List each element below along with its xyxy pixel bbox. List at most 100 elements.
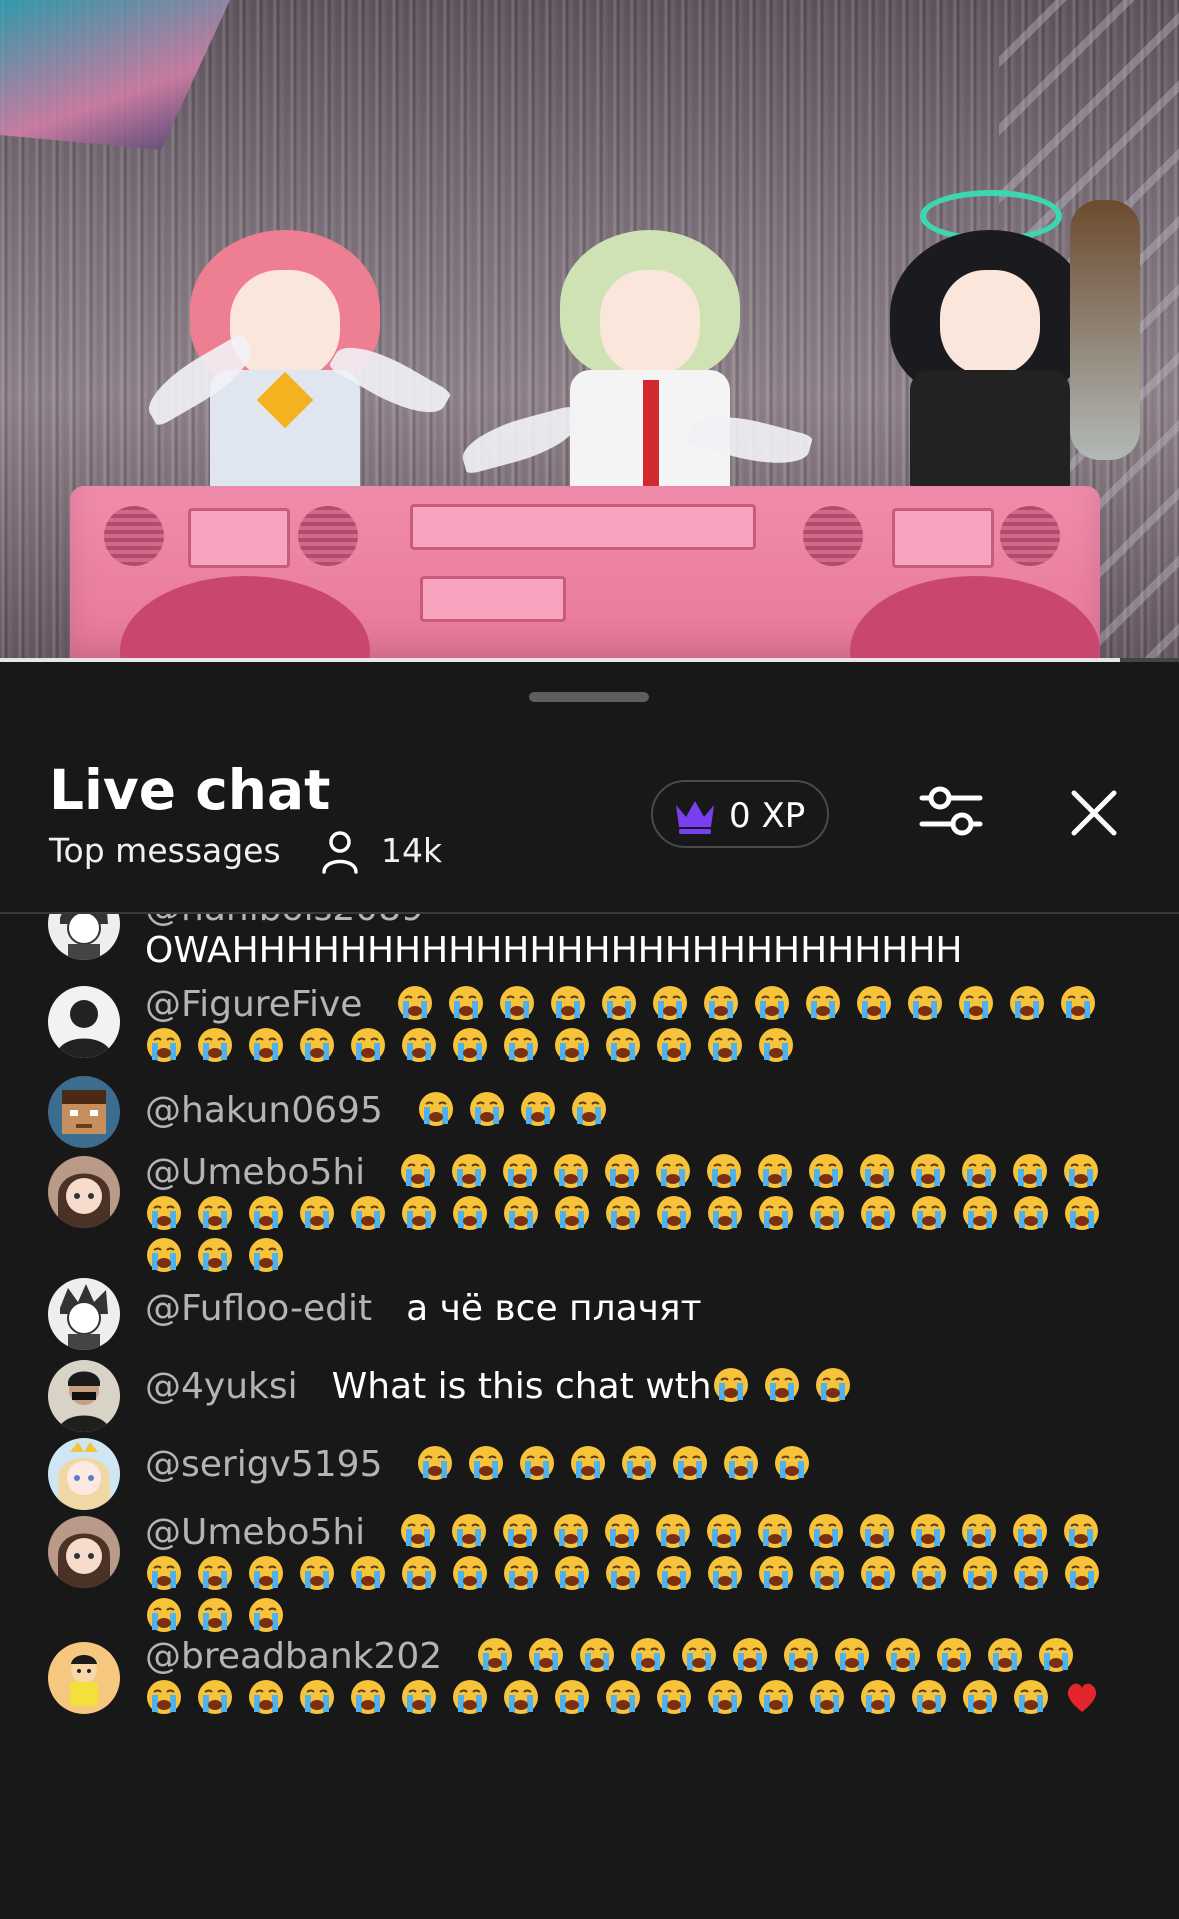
loudly-crying-face-emoji [519, 1090, 557, 1128]
loudly-crying-face-emoji [298, 1194, 336, 1232]
loudly-crying-face-emoji [859, 1554, 897, 1592]
red-heart-emoji [1063, 1678, 1101, 1716]
loudly-crying-face-emoji [196, 1236, 234, 1274]
video-progress-fill [0, 658, 1121, 662]
loudly-crying-face-emoji [498, 984, 536, 1022]
loudly-crying-face-emoji [654, 1152, 692, 1190]
chat-message-list[interactable]: @hanibois2089OWAHHHHHHHHHHHHHHHHHHHHHHHH… [0, 914, 1179, 1919]
character-right [880, 190, 1100, 490]
chat-mode-selector[interactable]: Top messages [49, 834, 281, 867]
user-avatar[interactable] [48, 1076, 120, 1148]
viewer-count: 14k [381, 831, 443, 870]
loudly-crying-face-emoji [808, 1678, 846, 1716]
loudly-crying-face-emoji [396, 984, 434, 1022]
loudly-crying-face-emoji [855, 984, 893, 1022]
loudly-crying-face-emoji [1012, 1678, 1050, 1716]
loudly-crying-face-emoji [1012, 1194, 1050, 1232]
message-author[interactable]: @Fufloo-edit [145, 1288, 372, 1329]
loudly-crying-face-emoji [467, 1444, 505, 1482]
message-body: @4yuksi What is this chat wth [145, 1366, 1125, 1408]
loudly-crying-face-emoji [757, 1554, 795, 1592]
loudly-crying-face-emoji [807, 1152, 845, 1190]
loudly-crying-face-emoji [553, 1194, 591, 1232]
loudly-crying-face-emoji [960, 1152, 998, 1190]
close-icon[interactable] [1069, 788, 1119, 838]
loudly-crying-face-emoji [814, 1366, 852, 1404]
message-author[interactable]: @FigureFive [145, 984, 362, 1025]
loudly-crying-face-emoji [1011, 1512, 1049, 1550]
loudly-crying-face-emoji [476, 1636, 514, 1674]
user-avatar[interactable] [48, 914, 120, 960]
loudly-crying-face-emoji [731, 1636, 769, 1674]
loudly-crying-face-emoji [722, 1444, 760, 1482]
loudly-crying-face-emoji [906, 984, 944, 1022]
loudly-crying-face-emoji [399, 1512, 437, 1550]
loudly-crying-face-emoji [957, 984, 995, 1022]
message-body: @Umebo5hi [145, 1512, 1125, 1638]
xp-label: 0 XP [729, 796, 806, 836]
loudly-crying-face-emoji [705, 1152, 743, 1190]
loudly-crying-face-emoji [753, 984, 791, 1022]
loudly-crying-face-emoji [196, 1596, 234, 1634]
message-author[interactable]: @Umebo5hi [145, 1152, 365, 1193]
loudly-crying-face-emoji [1063, 1554, 1101, 1592]
loudly-crying-face-emoji [349, 1194, 387, 1232]
loudly-crying-face-emoji [549, 984, 587, 1022]
loudly-crying-face-emoji [451, 1194, 489, 1232]
message-body: @breadbank202 [145, 1636, 1125, 1720]
loudly-crying-face-emoji [655, 1026, 693, 1064]
loudly-crying-face-emoji [961, 1194, 999, 1232]
loudly-crying-face-emoji [1062, 1152, 1100, 1190]
loudly-crying-face-emoji [961, 1554, 999, 1592]
user-avatar[interactable] [48, 1516, 120, 1588]
message-author[interactable]: @serigv5195 [145, 1444, 382, 1485]
loudly-crying-face-emoji [1012, 1554, 1050, 1592]
loudly-crying-face-emoji [247, 1678, 285, 1716]
user-avatar[interactable] [48, 986, 120, 1058]
loudly-crying-face-emoji [247, 1554, 285, 1592]
loudly-crying-face-emoji [349, 1554, 387, 1592]
message-author[interactable]: @4yuksi [145, 1366, 298, 1407]
user-avatar[interactable] [48, 1156, 120, 1228]
message-body: @serigv5195 [145, 1444, 1125, 1486]
loudly-crying-face-emoji [808, 1194, 846, 1232]
loudly-crying-face-emoji [502, 1554, 540, 1592]
loudly-crying-face-emoji [654, 1512, 692, 1550]
loudly-crying-face-emoji [196, 1194, 234, 1232]
message-body: @FigureFive [145, 984, 1125, 1068]
user-avatar[interactable] [48, 1278, 120, 1350]
loudly-crying-face-emoji [604, 1194, 642, 1232]
user-avatar[interactable] [48, 1438, 120, 1510]
message-body: @hanibois2089OWAHHHHHHHHHHHHHHHHHHHHHHHH… [145, 914, 1125, 972]
loudly-crying-face-emoji [400, 1678, 438, 1716]
loudly-crying-face-emoji [416, 1444, 454, 1482]
user-avatar[interactable] [48, 1642, 120, 1714]
loudly-crying-face-emoji [756, 1512, 794, 1550]
loudly-crying-face-emoji [145, 1596, 183, 1634]
video-progress-bar[interactable] [0, 658, 1179, 662]
loudly-crying-face-emoji [833, 1636, 871, 1674]
drag-handle[interactable] [529, 692, 649, 702]
xp-button[interactable]: 0 XP [651, 780, 829, 848]
loudly-crying-face-emoji [399, 1152, 437, 1190]
settings-sliders-icon[interactable] [918, 778, 984, 844]
message-author[interactable]: @breadbank202 [145, 1636, 442, 1677]
message-author[interactable]: @hanibois2089 [145, 914, 424, 929]
loudly-crying-face-emoji [858, 1152, 896, 1190]
loudly-crying-face-emoji [400, 1554, 438, 1592]
loudly-crying-face-emoji [935, 1636, 973, 1674]
loudly-crying-face-emoji [1059, 984, 1097, 1022]
loudly-crying-face-emoji [570, 1090, 608, 1128]
message-author[interactable]: @Umebo5hi [145, 1512, 365, 1553]
loudly-crying-face-emoji [451, 1678, 489, 1716]
message-body: @Umebo5hi [145, 1152, 1125, 1278]
video-player[interactable] [0, 0, 1179, 662]
loudly-crying-face-emoji [349, 1026, 387, 1064]
crown-icon [676, 801, 714, 834]
user-avatar[interactable] [48, 1360, 120, 1432]
message-author[interactable]: @hakun0695 [145, 1090, 383, 1131]
loudly-crying-face-emoji [247, 1026, 285, 1064]
loudly-crying-face-emoji [757, 1026, 795, 1064]
loudly-crying-face-emoji [527, 1636, 565, 1674]
loudly-crying-face-emoji [569, 1444, 607, 1482]
